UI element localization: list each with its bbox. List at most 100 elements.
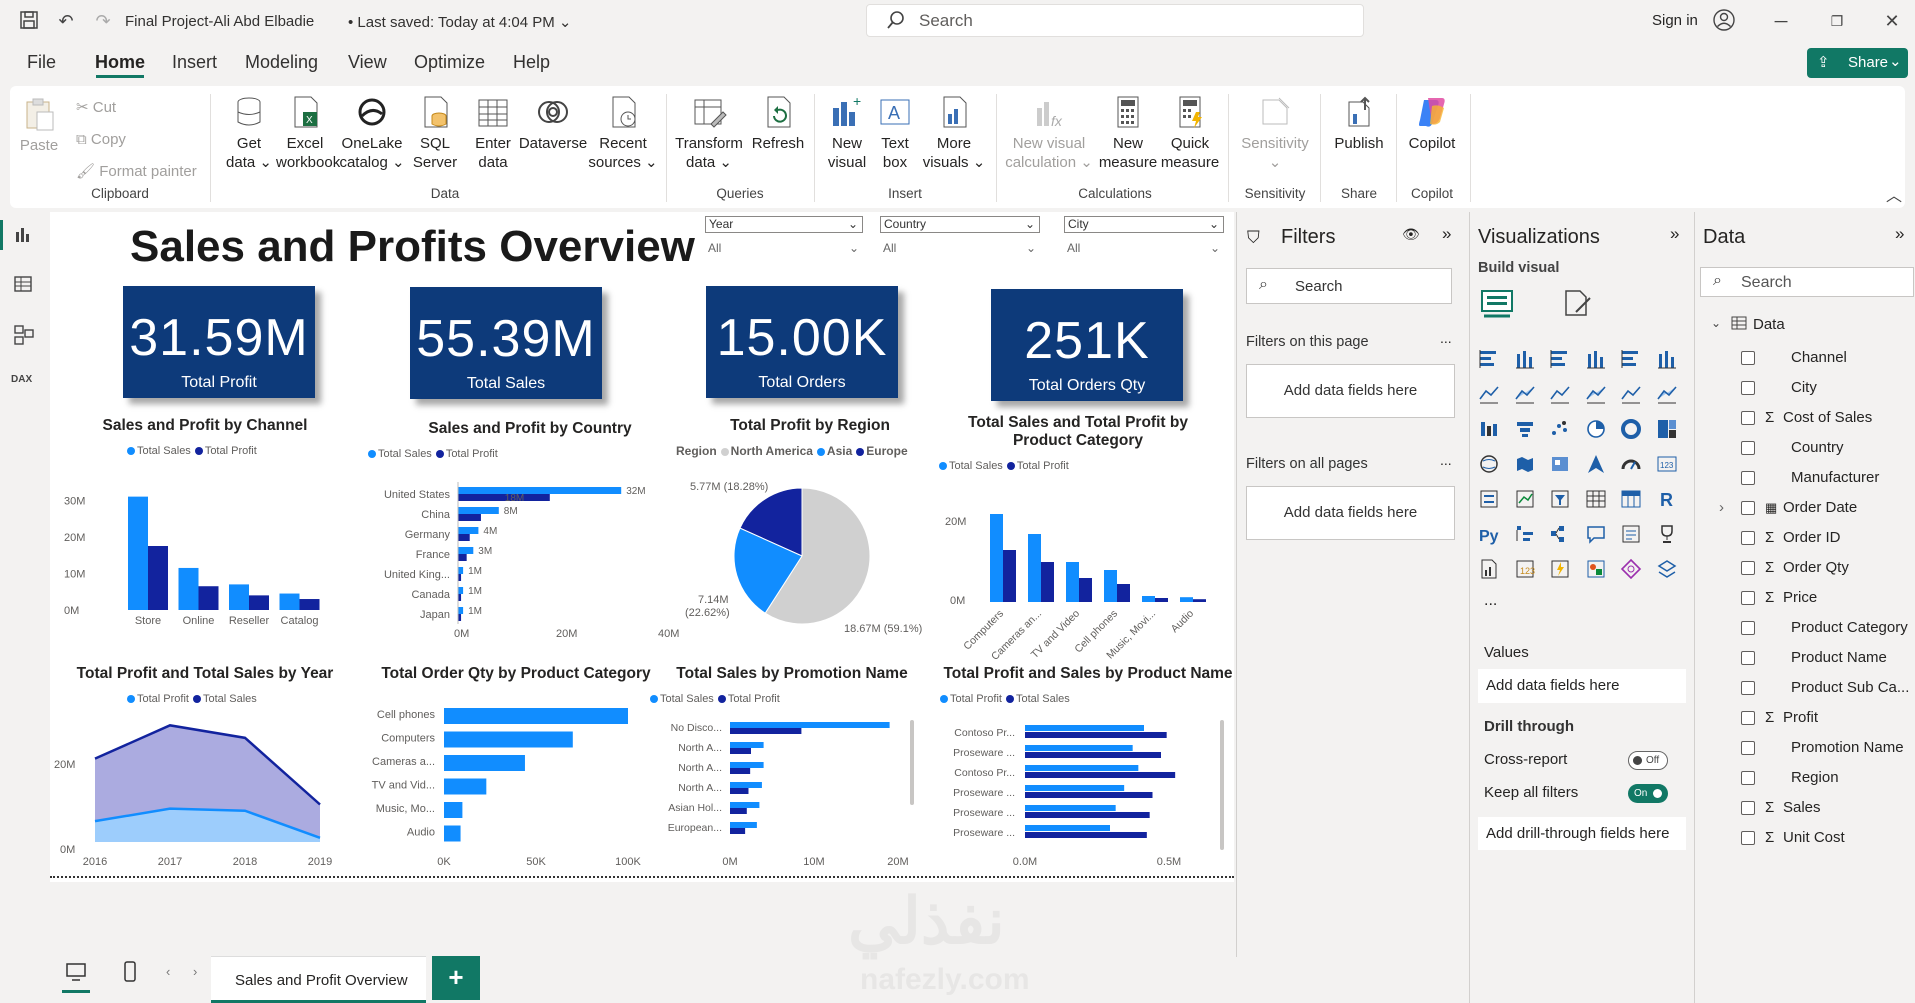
- sign-in-link[interactable]: Sign in: [1652, 12, 1698, 29]
- collapse-ribbon-icon[interactable]: ︿: [1886, 182, 1902, 206]
- search-box[interactable]: Search: [866, 4, 1364, 37]
- new-measure-button[interactable]: New measure: [1098, 94, 1158, 172]
- field-checkbox[interactable]: [1741, 561, 1755, 575]
- field-checkbox[interactable]: [1741, 831, 1755, 845]
- menu-insert[interactable]: Insert: [172, 52, 217, 73]
- filters-page-drop-zone[interactable]: Add data fields here: [1246, 364, 1455, 418]
- get-data-button[interactable]: Get data ⌄: [222, 94, 276, 172]
- funnel-icon[interactable]: [1514, 418, 1536, 440]
- menu-modeling[interactable]: Modeling: [245, 52, 318, 73]
- waterfall-icon[interactable]: [1478, 418, 1500, 440]
- ribbon-icon[interactable]: [1585, 383, 1607, 405]
- undo-icon[interactable]: ↶: [55, 10, 77, 32]
- qa-icon[interactable]: [1585, 523, 1607, 545]
- data-table-name[interactable]: Data: [1753, 316, 1785, 333]
- field-checkbox[interactable]: [1741, 711, 1755, 725]
- values-drop-zone[interactable]: Add data fields here: [1478, 669, 1686, 703]
- field-checkbox[interactable]: [1741, 351, 1755, 365]
- new-visual-button[interactable]: + New visual: [822, 94, 872, 172]
- azure-map-icon[interactable]: [1585, 453, 1607, 475]
- quick-measure-button[interactable]: Quick measure: [1160, 94, 1220, 172]
- slicer-icon[interactable]: [1549, 488, 1571, 510]
- sensitivity-button[interactable]: Sensitivity ⌄: [1234, 94, 1316, 172]
- clustered-column-icon[interactable]: [1585, 348, 1607, 370]
- paste-button[interactable]: Paste: [18, 96, 60, 155]
- field-checkbox[interactable]: [1741, 621, 1755, 635]
- power-automate-icon[interactable]: [1549, 558, 1571, 580]
- menu-help[interactable]: Help: [513, 52, 550, 73]
- menu-view[interactable]: View: [348, 52, 387, 73]
- eye-icon[interactable]: 👁: [1402, 226, 1420, 243]
- shape-map-icon[interactable]: [1549, 453, 1571, 475]
- new-visual-calculation-button[interactable]: fx New visual calculation ⌄: [1000, 94, 1098, 172]
- more-1-icon[interactable]: [1620, 558, 1642, 580]
- area-icon[interactable]: [1514, 383, 1536, 405]
- drill-through-drop-zone[interactable]: Add drill-through fields here: [1478, 817, 1686, 850]
- narrative-icon[interactable]: [1620, 523, 1642, 545]
- collapse-data-icon[interactable]: »: [1895, 224, 1904, 244]
- card-icon[interactable]: 123: [1656, 453, 1678, 475]
- mobile-layout-icon[interactable]: [123, 961, 137, 986]
- redo-icon[interactable]: ↷: [92, 10, 114, 32]
- share-button[interactable]: ⇪ Share ⌄: [1807, 48, 1908, 78]
- filters-all-drop-zone[interactable]: Add data fields here: [1246, 486, 1455, 540]
- field-checkbox[interactable]: [1741, 531, 1755, 545]
- 100-bar-icon[interactable]: [1620, 348, 1642, 370]
- dataverse-button[interactable]: Dataverse: [518, 94, 588, 153]
- field-checkbox[interactable]: [1741, 591, 1755, 605]
- field-checkbox[interactable]: [1741, 441, 1755, 455]
- format-painter-button[interactable]: 🖌 Format painter: [76, 162, 197, 181]
- data-search-input[interactable]: ⌕ Search: [1700, 267, 1914, 297]
- filters-search-input[interactable]: ⌕ Search: [1246, 268, 1452, 304]
- line-icon[interactable]: [1478, 383, 1500, 405]
- stacked-column-icon[interactable]: [1514, 348, 1536, 370]
- stacked-bar-icon[interactable]: [1478, 348, 1500, 370]
- publish-button[interactable]: Publish: [1326, 94, 1392, 153]
- line-column-icon[interactable]: [1620, 383, 1642, 405]
- field-checkbox[interactable]: [1741, 501, 1755, 515]
- excel-workbook-button[interactable]: X Excel workbook: [276, 94, 340, 172]
- table-icon[interactable]: [1585, 488, 1607, 510]
- more-options-icon[interactable]: ...: [1440, 330, 1452, 346]
- menu-file[interactable]: File: [27, 52, 56, 73]
- dax-query-view-icon[interactable]: DAX: [11, 374, 32, 385]
- paginated-icon[interactable]: [1478, 558, 1500, 580]
- recent-sources-button[interactable]: Recent sources ⌄: [588, 94, 658, 172]
- restore-icon[interactable]: ❐: [1826, 10, 1848, 32]
- minimize-icon[interactable]: ─: [1770, 10, 1792, 32]
- goals-icon[interactable]: [1656, 523, 1678, 545]
- field-checkbox[interactable]: [1741, 381, 1755, 395]
- more-options-icon[interactable]: ...: [1440, 452, 1452, 468]
- field-checkbox[interactable]: [1741, 471, 1755, 485]
- kpi-icon[interactable]: [1514, 488, 1536, 510]
- chevron-left-icon[interactable]: ‹: [166, 964, 170, 979]
- filled-map-icon[interactable]: [1514, 453, 1536, 475]
- chevron-right-icon[interactable]: ›: [1719, 498, 1724, 518]
- field-checkbox[interactable]: [1741, 741, 1755, 755]
- r-visual-icon[interactable]: R: [1656, 488, 1678, 510]
- field-checkbox[interactable]: [1741, 651, 1755, 665]
- power-apps-icon[interactable]: 123: [1514, 558, 1536, 580]
- model-view-icon[interactable]: [13, 324, 35, 349]
- table-view-icon[interactable]: [13, 274, 33, 297]
- chevron-right-icon[interactable]: ›: [193, 964, 197, 979]
- field-checkbox[interactable]: [1741, 801, 1755, 815]
- build-visual-icon[interactable]: [1480, 288, 1514, 321]
- avatar-icon[interactable]: [1713, 9, 1735, 34]
- metrics-icon[interactable]: [1585, 558, 1607, 580]
- page-tab-sales-and-profit-overview[interactable]: Sales and Profit Overview: [211, 956, 426, 1003]
- multirow-card-icon[interactable]: [1478, 488, 1500, 510]
- more-2-icon[interactable]: [1656, 558, 1678, 580]
- keep-all-filters-toggle[interactable]: On: [1628, 784, 1668, 803]
- menu-optimize[interactable]: Optimize: [414, 52, 485, 73]
- cut-button[interactable]: ✂ Cut: [76, 98, 116, 117]
- 100-column-icon[interactable]: [1656, 348, 1678, 370]
- enter-data-button[interactable]: Enter data: [468, 94, 518, 172]
- save-icon[interactable]: [18, 10, 40, 32]
- pie-icon[interactable]: [1585, 418, 1607, 440]
- key-influencers-icon[interactable]: [1514, 523, 1536, 545]
- more-visuals-button[interactable]: More visuals ⌄: [920, 94, 988, 172]
- copilot-button[interactable]: Copilot: [1400, 94, 1464, 153]
- field-checkbox[interactable]: [1741, 771, 1755, 785]
- python-icon[interactable]: Py: [1478, 523, 1500, 545]
